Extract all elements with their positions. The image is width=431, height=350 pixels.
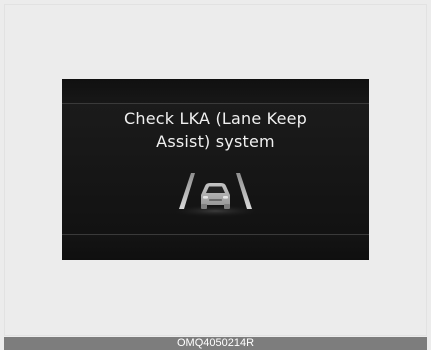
warning-message-line-2: Assist) system — [156, 132, 275, 151]
warning-message-line-1: Check LKA (Lane Keep — [123, 109, 308, 128]
road-glow — [171, 205, 260, 217]
lka-lane-car-icon — [171, 173, 260, 217]
image-code-label: OMQ4050214R — [176, 337, 255, 349]
right-lane-line — [236, 173, 252, 209]
display-top-band — [62, 79, 369, 104]
display-bottom-band — [62, 234, 369, 260]
instrument-cluster-display: Check LKA (Lane Keep Assist) system — [62, 79, 369, 260]
left-lane-line — [179, 173, 195, 209]
image-code-bar: OMQ4050214R — [4, 337, 427, 350]
lka-warning-message: Check LKA (Lane Keep Assist) system — [62, 107, 369, 153]
